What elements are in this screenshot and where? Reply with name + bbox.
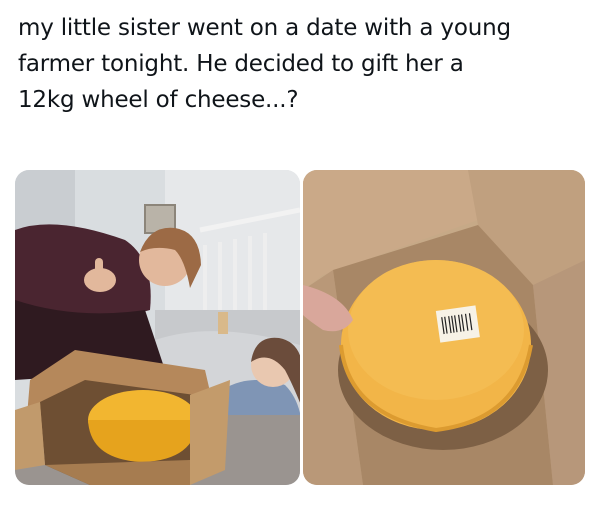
photo-girls-with-cheese[interactable] (15, 170, 300, 485)
photo-girls-illustration (15, 170, 300, 485)
photo-cheese-wheel[interactable] (303, 170, 585, 485)
post-text-line-1: my little sister went on a date with a y… (18, 15, 511, 41)
post-media (15, 170, 585, 485)
photo-cheese-illustration (303, 170, 585, 485)
post-text-line-3: 12kg wheel of cheese...? (18, 87, 299, 113)
post-text-line-2: farmer tonight. He decided to gift her a (18, 51, 464, 77)
post-text: my little sister went on a date with a y… (18, 10, 588, 118)
